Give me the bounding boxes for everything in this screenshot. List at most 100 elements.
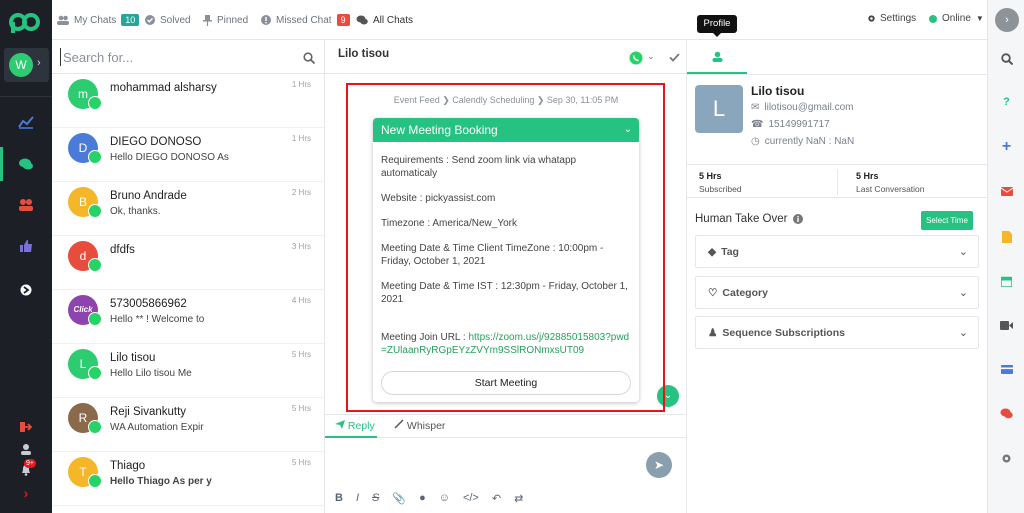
paper-plane-icon [335,420,345,429]
chevron-down-icon[interactable]: ⌄ [647,51,655,62]
bold-icon[interactable]: B [335,492,343,505]
rail-analytics[interactable] [0,107,52,137]
whatsapp-icon [88,258,102,272]
chat-list-item[interactable]: R Reji Sivankutty WA Automation Expir 5 Hrs [52,398,324,452]
users-icon [19,199,33,211]
rail-contacts[interactable] [0,190,52,220]
rail-feedback[interactable] [0,231,52,261]
italic-icon[interactable]: I [356,492,359,505]
chat-bubbles-icon [356,15,368,25]
chat-list-item[interactable]: Click 573005866962 Hello ** ! Welcome to 4 … [52,290,324,344]
chat-time: 1 Hrs [291,80,311,89]
strikethrough-icon[interactable]: S [372,492,379,505]
tab-profile[interactable] [687,40,747,74]
chat-contact-name: Thiago [110,460,146,472]
select-time-button[interactable]: Select Time [921,211,973,230]
chat-preview: Ok, thanks. [110,206,161,217]
app-logo[interactable] [9,10,41,34]
tab-whisper[interactable]: Whisper [394,415,445,437]
calendar-icon [1001,276,1012,287]
search-tool[interactable] [988,46,1024,72]
composer-toolbar: B I S 📎 ● ☺ </> ↶ ⇄ [335,492,523,505]
workspace-switcher[interactable]: W › [4,48,49,82]
video-tool[interactable] [988,312,1024,338]
chat-preview: WA Automation Expir [110,422,204,433]
tag-accordion[interactable]: ◆ Tag ⌄ [695,235,979,268]
chat-contact-name: Lilo tisou [110,352,156,364]
shuffle-icon[interactable]: ⇄ [514,492,523,505]
tab-label: Whisper [406,420,446,432]
rail-chats[interactable] [0,149,52,179]
status-dropdown[interactable]: Online ▼ [929,13,984,24]
profile-email[interactable]: lilotisou@gmail.com [764,102,853,113]
rail-expand[interactable]: › [0,478,52,508]
send-button[interactable]: ➤ [646,452,672,478]
settings-button[interactable]: Settings [867,13,916,24]
workspace-avatar: W [9,53,33,77]
whatsapp-icon[interactable] [629,51,643,65]
collapse-panel-button[interactable]: › [995,8,1019,32]
profile-avatar: L [695,85,743,133]
profile-time-row: ◷ currently NaN : NaN [751,136,854,147]
clock-icon: ◷ [751,136,760,147]
human-takeover-row: Human Take Over [695,213,804,225]
chevron-down-icon: ⌄ [663,390,673,401]
pin-icon [203,14,212,26]
profile-stats: 5 Hrs Subscribed 5 Hrs Last Conversation [687,164,987,198]
profile-phone[interactable]: 15149991717 [768,119,829,130]
search-input[interactable] [60,48,290,66]
chat-preview: Hello DIEGO DONOSO As [110,152,229,163]
info-circle-icon[interactable] [793,214,804,224]
settings-label: Settings [880,13,917,24]
user-plus-icon: ♟ [708,327,718,339]
last-conversation-label: Last Conversation [856,184,925,194]
chat-list-panel: mmohammad alsharsy1 HrsDDIEGO DONOSOHell… [52,40,325,513]
tab-my-chats[interactable]: My Chats 10 [57,0,140,40]
heart-icon: ♡ [708,287,718,299]
card-tool[interactable] [988,356,1024,382]
chat-list-item[interactable]: D DIEGO DONOSO Hello DIEGO DONOSO As 1 Hrs [52,128,324,182]
chevron-down-icon: ⌄ [958,287,968,299]
search-icon[interactable] [303,52,315,64]
profile-phone-row: ☎ 15149991717 [751,119,830,130]
attachment-icon[interactable]: 📎 [392,492,406,505]
emoji-icon[interactable]: ☺ [439,492,450,505]
chevron-right-icon: › [37,57,41,69]
chat-time: 3 Hrs [291,242,311,251]
help-tool[interactable]: ? [988,89,1024,115]
chat-list-item[interactable]: T Thiago Hello Thiago As per y5 Hrs [52,452,324,506]
chevron-down-icon: ⌄ [958,246,968,258]
reply-tab-underline [325,436,377,438]
tab-pinned[interactable]: Pinned [203,0,248,40]
profile-tooltip: Profile [697,15,737,37]
gear-icon [1002,454,1011,462]
microphone-icon[interactable]: ● [419,492,426,505]
chat-list-item[interactable]: d dfdfs 3 Hrs [52,236,324,290]
tab-reply[interactable]: Reply [335,415,375,437]
sequence-subscriptions-accordion[interactable]: ♟ Sequence Subscriptions ⌄ [695,316,979,349]
chat-preview: Hello Thiago As per y [110,476,212,487]
code-icon[interactable]: </> [463,492,479,505]
reply-icon[interactable]: ↶ [492,492,501,505]
add-tool[interactable]: + [988,134,1024,160]
tab-all-chats[interactable]: All Chats [356,0,413,40]
chat-time: 5 Hrs [291,350,311,359]
tab-solved[interactable]: Solved [145,0,191,40]
category-accordion[interactable]: ♡ Category ⌄ [695,276,979,309]
comments-icon [1000,408,1013,418]
comments-tool[interactable] [988,400,1024,426]
tab-count-badge: 9 [336,14,350,26]
chat-list-item[interactable]: B Bruno Andrade Ok, thanks. 2 Hrs [52,182,324,236]
rail-add[interactable] [0,275,52,305]
conversation-panel: Lilo tisou ⌄ Event Feed ❯ Calendly Sched… [325,40,687,513]
search-icon [1000,53,1013,65]
file-tool[interactable] [988,224,1024,250]
tab-missed-chat[interactable]: Missed Chat 9 [261,0,350,40]
chat-list-item[interactable]: L Lilo tisou Hello Lilo tisou Me 5 Hrs [52,344,324,398]
mail-tool[interactable] [988,178,1024,204]
check-icon[interactable] [669,53,680,62]
chat-list-item[interactable]: m mohammad alsharsy 1 Hrs [52,74,324,128]
settings-tool[interactable] [988,445,1024,471]
chat-contact-name: 573005866962 [110,298,187,310]
calendar-tool[interactable] [988,268,1024,294]
